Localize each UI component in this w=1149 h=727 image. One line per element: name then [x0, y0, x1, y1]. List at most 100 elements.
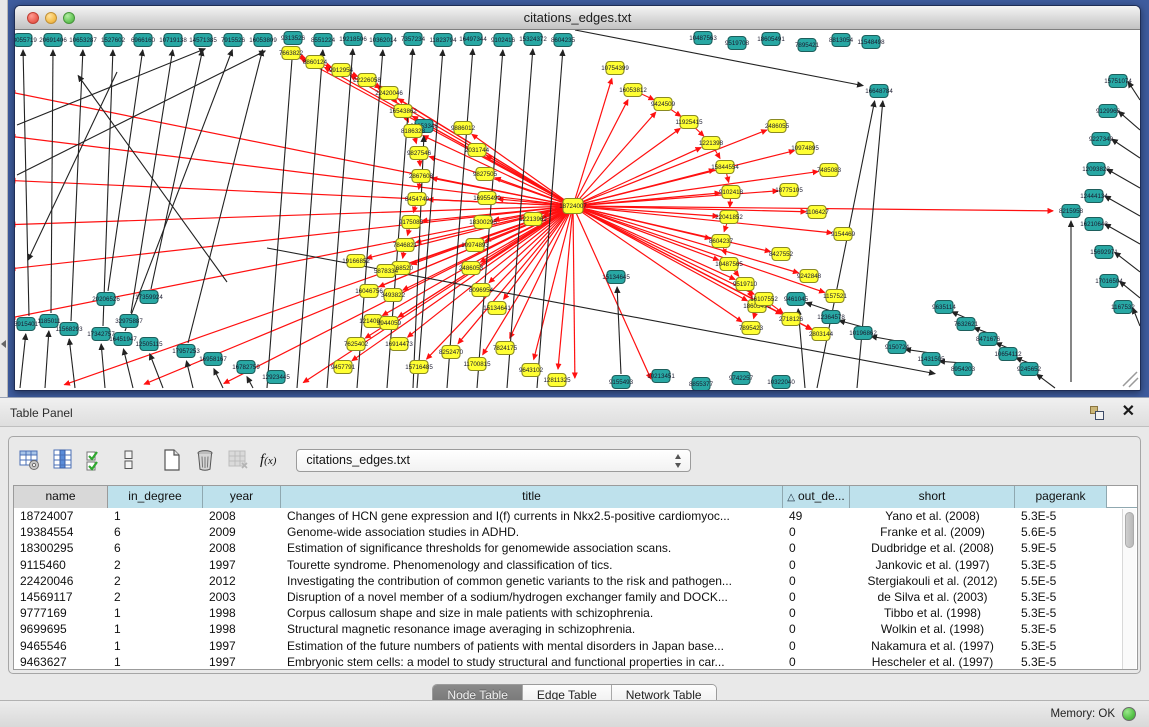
column-header-out_degree[interactable]: △out_de...: [783, 486, 850, 508]
graph-node[interactable]: 9519708: [725, 37, 750, 50]
graph-node-selected[interactable]: 11700815: [463, 358, 491, 371]
cell-name[interactable]: 22420046: [14, 573, 108, 589]
graph-node-selected[interactable]: 9912954: [329, 64, 354, 77]
graph-node-selected[interactable]: 9154469: [831, 228, 856, 241]
graph-node-selected[interactable]: 22226058: [353, 74, 381, 87]
function-builder-button[interactable]: f(x): [260, 452, 276, 469]
graph-node[interactable]: 18055719: [15, 34, 37, 47]
cell-pagerank[interactable]: 5.3E-5: [1015, 605, 1107, 621]
graph-node[interactable]: 32975887: [115, 315, 143, 328]
graph-node-selected[interactable]: 9102418: [719, 186, 744, 199]
graph-node-selected[interactable]: 15716485: [405, 361, 433, 374]
cell-title[interactable]: Estimation of significance thresholds fo…: [281, 540, 783, 556]
graph-node[interactable]: 17957253: [172, 345, 200, 358]
graph-node[interactable]: 7357234: [401, 33, 426, 46]
graph-node[interactable]: 12093822: [1082, 163, 1110, 176]
graph-node-selected[interactable]: 7846821: [393, 239, 418, 252]
cell-year[interactable]: 1997: [203, 654, 281, 670]
cell-out_degree[interactable]: 0: [783, 638, 850, 654]
graph-node-selected[interactable]: 8427552: [769, 248, 794, 261]
graph-node-selected[interactable]: 9519710: [733, 278, 758, 291]
graph-node[interactable]: 8604235: [551, 34, 576, 47]
close-panel-icon[interactable]: ✕: [1122, 403, 1135, 421]
graph-node-selected[interactable]: 1157521: [823, 290, 847, 303]
table-selector-dropdown[interactable]: citations_edges.txt: [296, 449, 691, 472]
graph-node[interactable]: 8551224: [311, 34, 336, 47]
cell-year[interactable]: 1997: [203, 557, 281, 573]
graph-node[interactable]: 20691406: [39, 34, 67, 47]
graph-node[interactable]: 10213451: [647, 370, 675, 383]
cell-short[interactable]: Franke et al. (2009): [850, 524, 1015, 540]
graph-node-selected[interactable]: 15134641: [483, 302, 511, 315]
graph-node[interactable]: 9129966: [1096, 105, 1121, 118]
network-window-titlebar[interactable]: citations_edges.txt: [15, 6, 1140, 30]
graph-node-selected[interactable]: 10754399: [601, 62, 629, 75]
cell-year[interactable]: 2009: [203, 524, 281, 540]
graph-node[interactable]: 16782759: [232, 361, 260, 374]
cell-in_degree[interactable]: 2: [108, 589, 203, 605]
delete-table-button-disabled[interactable]: [223, 446, 253, 474]
column-header-in_degree[interactable]: in_degree: [108, 486, 203, 508]
cell-pagerank[interactable]: 5.6E-5: [1015, 524, 1107, 540]
graph-node[interactable]: 9155493: [609, 376, 634, 389]
graph-node[interactable]: 10653287: [69, 34, 97, 47]
graph-node-selected[interactable]: 5878334: [374, 265, 399, 278]
cell-out_degree[interactable]: 0: [783, 573, 850, 589]
citation-network-graph[interactable]: 1805571920691406106532871527602696616010…: [15, 30, 1140, 390]
graph-node-selected[interactable]: 8860124: [303, 56, 328, 69]
cell-pagerank[interactable]: 5.3E-5: [1015, 654, 1107, 670]
cell-title[interactable]: Estimation of the future numbers of pati…: [281, 638, 783, 654]
table-row[interactable]: 969969511998Structural magnetic resonanc…: [14, 621, 1137, 637]
cell-out_degree[interactable]: 0: [783, 605, 850, 621]
cell-short[interactable]: Yano et al. (2008): [850, 508, 1015, 524]
cell-out_degree[interactable]: 0: [783, 524, 850, 540]
graph-node-selected[interactable]: 1106427: [805, 206, 829, 219]
cell-in_degree[interactable]: 6: [108, 540, 203, 556]
graph-node-selected[interactable]: 3493822: [381, 289, 406, 302]
graph-node-selected[interactable]: 2803144: [809, 328, 834, 341]
cell-out_degree[interactable]: 0: [783, 654, 850, 670]
cell-short[interactable]: de Silva et al. (2003): [850, 589, 1015, 605]
cell-name[interactable]: 9777169: [14, 605, 108, 621]
column-header-year[interactable]: year: [203, 486, 281, 508]
cell-short[interactable]: Hescheler et al. (1997): [850, 654, 1015, 670]
cell-out_degree[interactable]: 0: [783, 540, 850, 556]
cell-pagerank[interactable]: 5.3E-5: [1015, 621, 1107, 637]
graph-node[interactable]: 1167532: [1111, 301, 1135, 314]
graph-node[interactable]: 7895421: [795, 39, 820, 52]
cell-title[interactable]: Structural magnetic resonance image aver…: [281, 621, 783, 637]
cell-title[interactable]: Tourette syndrome. Phenomenology and cla…: [281, 557, 783, 573]
cell-short[interactable]: Jankovic et al. (1997): [850, 557, 1015, 573]
cell-pagerank[interactable]: 5.3E-5: [1015, 557, 1107, 573]
column-header-short[interactable]: short: [850, 486, 1015, 508]
table-row[interactable]: 1456911722003Disruption of a novel membe…: [14, 589, 1137, 605]
column-header-pagerank[interactable]: pagerank: [1015, 486, 1107, 508]
cell-in_degree[interactable]: 1: [108, 621, 203, 637]
table-row[interactable]: 977716911998Corpus callosum shape and si…: [14, 605, 1137, 621]
graph-node-selected[interactable]: 9944059: [377, 317, 402, 330]
graph-node[interactable]: 9742257: [729, 372, 754, 385]
graph-node[interactable]: 8813054: [829, 34, 854, 47]
graph-node-selected[interactable]: 9457791: [331, 361, 356, 374]
cell-pagerank[interactable]: 5.3E-5: [1015, 508, 1107, 524]
left-panel-divider[interactable]: [0, 0, 8, 397]
network-graph-canvas[interactable]: 1805571920691406106532871527602696616010…: [15, 30, 1140, 390]
cell-out_degree[interactable]: 49: [783, 508, 850, 524]
cell-title[interactable]: Corpus callosum shape and size in male p…: [281, 605, 783, 621]
graph-node[interactable]: 15692971: [1090, 246, 1118, 259]
graph-node[interactable]: 9245652: [1017, 363, 1042, 376]
graph-node-selected[interactable]: 9886012: [451, 122, 476, 135]
graph-node[interactable]: 16648784: [865, 85, 893, 98]
cell-out_degree[interactable]: 0: [783, 557, 850, 573]
graph-node[interactable]: 8215958: [1059, 205, 1084, 218]
cell-name[interactable]: 9699695: [14, 621, 108, 637]
graph-node-selected[interactable]: 8454749: [405, 193, 430, 206]
graph-node[interactable]: 11823794: [429, 34, 457, 47]
cell-in_degree[interactable]: 2: [108, 557, 203, 573]
graph-node-selected[interactable]: 1221398: [699, 137, 724, 150]
cell-year[interactable]: 1998: [203, 605, 281, 621]
graph-node[interactable]: 12444134: [1080, 190, 1108, 203]
cell-out_degree[interactable]: 0: [783, 589, 850, 605]
graph-node[interactable]: 10322040: [767, 376, 795, 389]
cell-pagerank[interactable]: 5.3E-5: [1015, 589, 1107, 605]
